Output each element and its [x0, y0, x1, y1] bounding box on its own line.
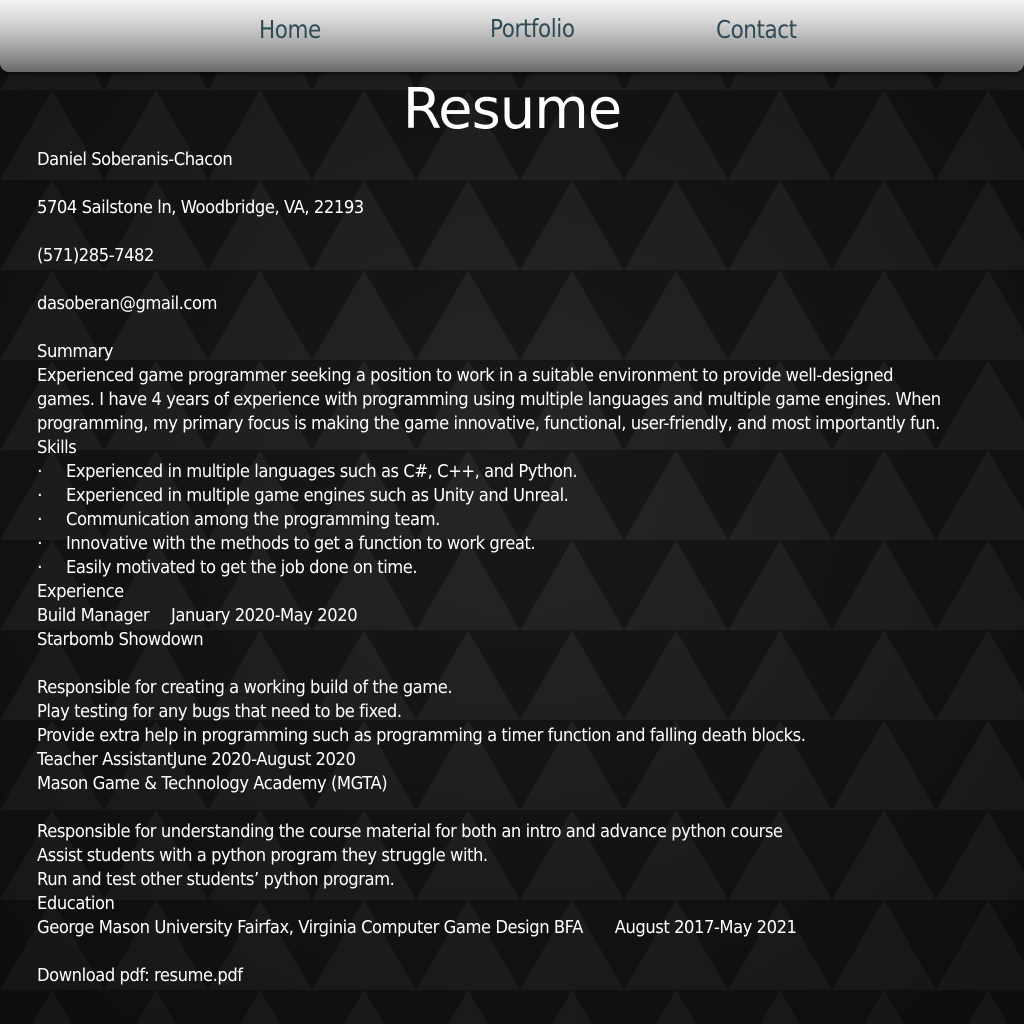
job-2-duty-1: Responsible for understanding the course… [37, 821, 783, 842]
job-2-title: Teacher Assistant [37, 749, 173, 770]
experience-heading: Experience [37, 581, 124, 602]
education-entry-row: George Mason University Fairfax, Virgini… [37, 916, 797, 940]
job-1-title: Build Manager [37, 605, 150, 626]
job-1-duty-2: Play testing for any bugs that need to b… [37, 701, 402, 722]
skill-item-5: Easily motivated to get the job done on … [66, 557, 418, 578]
job-1-dates: January 2020-May 2020 [171, 605, 358, 626]
bullet-icon: · [37, 557, 43, 578]
page-title: Resume [402, 77, 623, 142]
resume-content: Resume Daniel Soberanis-Chacon 5704 Sail… [0, 0, 1024, 1024]
top-navigation-bar: Home Portfolio Contact [0, 0, 1024, 72]
job-2-dates: June 2020-August 2020 [172, 749, 356, 770]
bullet-icon: · [37, 533, 43, 554]
nav-link-home[interactable]: Home [259, 15, 321, 44]
job-2-org: Mason Game & Technology Academy (MGTA) [37, 773, 388, 794]
summary-line-3: programming, my primary focus is making … [37, 413, 940, 434]
skills-heading: Skills [37, 437, 77, 458]
job-1-org: Starbomb Showdown [37, 629, 204, 650]
job-1-header: Build Manager January 2020-May 2020 [37, 604, 358, 628]
job-2-duty-2: Assist students with a python program th… [37, 845, 488, 866]
job-1-duty-3: Provide extra help in programming such a… [37, 725, 806, 746]
education-heading: Education [37, 893, 115, 914]
bullet-icon: · [37, 509, 43, 530]
resume-pdf-link[interactable]: resume.pdf [154, 965, 243, 986]
download-label: Download pdf: [37, 965, 154, 986]
summary-line-1: Experienced game programmer seeking a po… [37, 365, 894, 386]
job-2-header: Teacher AssistantJune 2020-August 2020 [37, 748, 356, 772]
skill-item-2: Experienced in multiple game engines suc… [66, 485, 569, 506]
summary-heading: Summary [37, 341, 113, 362]
nav-link-contact[interactable]: Contact [716, 15, 797, 44]
skill-item-1: Experienced in multiple languages such a… [66, 461, 578, 482]
education-dates: August 2017-May 2021 [614, 917, 797, 938]
bullet-icon: · [37, 485, 43, 506]
summary-line-2: games. I have 4 years of experience with… [37, 389, 941, 410]
education-entry: George Mason University Fairfax, Virgini… [37, 917, 583, 938]
contact-address: 5704 Sailstone ln, Woodbridge, VA, 22193 [37, 197, 364, 218]
bullet-icon: · [37, 461, 43, 482]
nav-link-portfolio[interactable]: Portfolio [490, 14, 575, 43]
skill-item-4: Innovative with the methods to get a fun… [66, 533, 536, 554]
contact-phone: (571)285-7482 [37, 245, 154, 266]
contact-email: dasoberan@gmail.com [37, 293, 218, 314]
job-2-duty-3: Run and test other students’ python prog… [37, 869, 395, 890]
contact-name: Daniel Soberanis-Chacon [37, 149, 233, 170]
skill-item-3: Communication among the programming team… [66, 509, 440, 530]
download-row: Download pdf: resume.pdf [37, 964, 243, 988]
job-1-duty-1: Responsible for creating a working build… [37, 677, 453, 698]
